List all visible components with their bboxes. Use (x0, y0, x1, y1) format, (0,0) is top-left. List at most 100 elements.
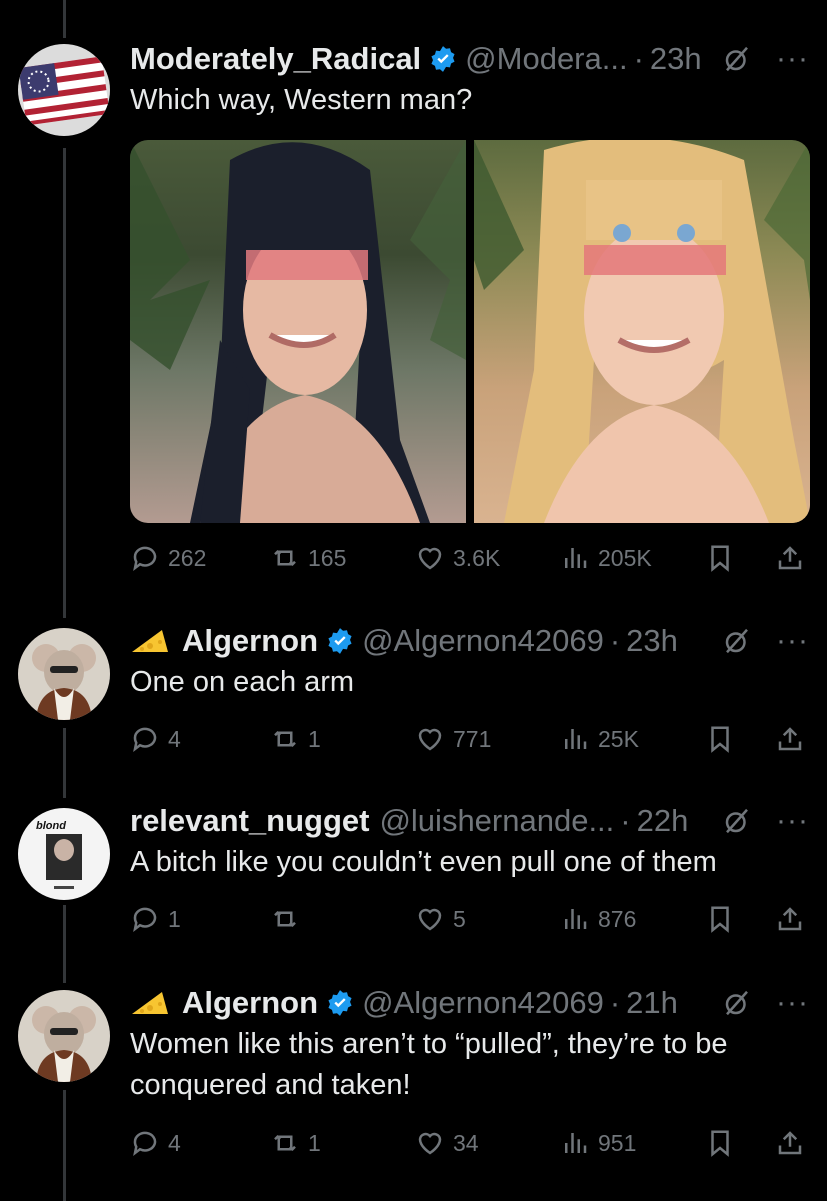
bookmark-icon (711, 1130, 729, 1157)
more-options-icon[interactable]: ··· (776, 988, 809, 1018)
like-count: 5 (453, 905, 466, 932)
verified-badge-icon (431, 46, 455, 72)
reply-icon (133, 546, 157, 571)
like-count: 771 (453, 725, 492, 752)
reply-icon (133, 727, 157, 752)
views-icon (565, 1133, 587, 1153)
blond-album-avatar[interactable]: blond (18, 808, 110, 900)
like-button[interactable]: 771 (415, 724, 491, 754)
reply-button[interactable]: 4 (130, 1128, 181, 1158)
heart-icon (418, 728, 442, 751)
bookmark-button[interactable] (705, 543, 735, 578)
author-handle[interactable]: @luishernande... (379, 803, 614, 839)
like-button[interactable]: 5 (415, 904, 466, 934)
like-button[interactable]: 3.6K (415, 543, 500, 573)
mouse-avatar[interactable] (18, 628, 110, 720)
views-count: 25K (598, 725, 639, 752)
timestamp[interactable]: 22h (637, 803, 689, 839)
reply-button[interactable]: 1 (130, 904, 181, 934)
author-name[interactable]: relevant_nugget (130, 803, 369, 839)
tweet[interactable]: Moderately_Radical @Modera... · 23h ··· … (0, 0, 827, 600)
views-count: 876 (598, 905, 637, 932)
reply-button[interactable]: 4 (130, 724, 181, 754)
author-handle[interactable]: @Algernon42069 (362, 985, 604, 1021)
tweet-text: A bitch like you couldn’t even pull one … (130, 846, 717, 878)
mouse-avatar[interactable] (18, 990, 110, 1082)
share-icon (778, 907, 802, 931)
like-count: 3.6K (453, 544, 501, 571)
tweet-media[interactable] (130, 140, 810, 523)
repost-count: 165 (308, 544, 347, 571)
bookmark-button[interactable] (705, 904, 735, 939)
tweet-text: One on each arm (130, 666, 355, 698)
heart-icon (418, 908, 442, 931)
reply-icon (133, 1131, 157, 1156)
share-icon (778, 1131, 802, 1155)
timestamp[interactable]: 23h (626, 623, 678, 659)
bookmark-icon (711, 726, 729, 753)
cheese-icon (132, 630, 168, 652)
dark-haired-woman-photo[interactable] (130, 140, 466, 523)
more-options-icon[interactable]: ··· (776, 806, 809, 836)
views-icon (565, 729, 587, 749)
reply-icon (133, 907, 157, 932)
grok-icon[interactable] (722, 988, 752, 1018)
grok-icon[interactable] (722, 806, 752, 836)
grok-icon[interactable] (722, 626, 752, 656)
reply-count: 1 (168, 905, 181, 932)
cheese-icon (132, 992, 168, 1014)
heart-icon (418, 547, 442, 570)
bookmark-icon (711, 906, 729, 933)
repost-count: 1 (308, 725, 321, 752)
separator-dot: · (633, 41, 644, 76)
bookmark-button[interactable] (705, 1128, 735, 1163)
repost-button[interactable] (270, 904, 308, 934)
share-icon (778, 727, 802, 751)
repost-count: 1 (308, 1129, 321, 1156)
share-button[interactable] (775, 543, 805, 578)
bookmark-button[interactable] (705, 724, 735, 759)
share-button[interactable] (775, 904, 805, 939)
reply-count: 262 (168, 544, 207, 571)
author-handle[interactable]: @Modera... (465, 41, 627, 77)
tweet-text: Which way, Western man? (130, 84, 473, 116)
like-count: 34 (453, 1129, 479, 1156)
repost-icon (274, 1134, 296, 1152)
repost-button[interactable]: 165 (270, 543, 346, 573)
tweet[interactable]: Algernon @Algernon42069 · 21h ··· Women … (0, 962, 827, 1201)
author-name[interactable]: Moderately_Radical (130, 41, 421, 77)
author-handle[interactable]: @Algernon42069 (362, 623, 604, 659)
share-icon (778, 546, 802, 570)
author-name[interactable]: Algernon (182, 623, 318, 659)
reply-button[interactable]: 262 (130, 543, 206, 573)
repost-button[interactable]: 1 (270, 724, 321, 754)
verified-badge-icon (328, 990, 352, 1016)
views-count: 951 (598, 1129, 637, 1156)
views-button[interactable]: 951 (560, 1128, 636, 1158)
more-options-icon[interactable]: ··· (776, 44, 809, 74)
views-button[interactable]: 205K (560, 543, 652, 573)
share-button[interactable] (775, 724, 805, 759)
tweet[interactable]: blond relevant_nugget @luishernande... ·… (0, 780, 827, 960)
share-button[interactable] (775, 1128, 805, 1163)
repost-button[interactable]: 1 (270, 1128, 321, 1158)
separator-dot: · (620, 803, 631, 838)
author-name[interactable]: Algernon (182, 985, 318, 1021)
timestamp[interactable]: 23h (650, 41, 702, 77)
tweet[interactable]: Algernon @Algernon42069 · 23h ··· One on… (0, 600, 827, 780)
separator-dot: · (609, 985, 621, 1020)
tweet-text: Women like this aren’t to “pulled”, they… (130, 1028, 728, 1101)
flag-avatar[interactable] (18, 44, 110, 136)
grok-icon[interactable] (722, 44, 752, 74)
timestamp[interactable]: 21h (626, 985, 678, 1021)
blonde-woman-photo[interactable] (474, 140, 810, 523)
reply-count: 4 (168, 1129, 181, 1156)
repost-icon (274, 730, 296, 748)
views-button[interactable]: 876 (560, 904, 636, 934)
views-count: 205K (598, 544, 652, 571)
views-button[interactable]: 25K (560, 724, 639, 754)
reply-count: 4 (168, 725, 181, 752)
like-button[interactable]: 34 (415, 1128, 479, 1158)
separator-dot: · (609, 623, 621, 658)
more-options-icon[interactable]: ··· (776, 626, 809, 656)
